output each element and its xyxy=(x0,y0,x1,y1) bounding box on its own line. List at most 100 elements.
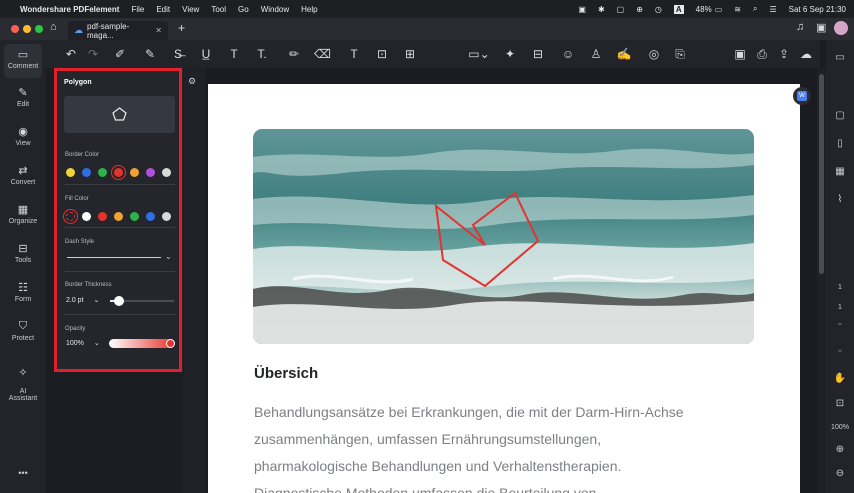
menu-edit[interactable]: Edit xyxy=(156,5,170,14)
eraser-icon[interactable]: ⌫ xyxy=(314,40,331,68)
hand-icon[interactable]: ✋ xyxy=(826,373,854,384)
tab-close-icon[interactable]: ✕ xyxy=(155,26,162,35)
bookmark-icon[interactable]: ▯ xyxy=(826,138,854,149)
new-tab-button[interactable]: + xyxy=(178,21,185,35)
menu-view[interactable]: View xyxy=(182,5,199,14)
rail-item-edit[interactable]: ✎ Edit xyxy=(0,86,46,108)
thickness-slider-handle[interactable] xyxy=(113,296,124,306)
border-swatches-swatch[interactable] xyxy=(98,168,107,177)
menu-go[interactable]: Go xyxy=(238,5,249,14)
pin-icon[interactable]: ✦ xyxy=(502,40,518,68)
wifi-icon[interactable]: ≋ xyxy=(734,5,741,14)
callout-box-icon[interactable]: ⊞ xyxy=(402,40,418,68)
opacity-slider-track[interactable] xyxy=(109,339,175,348)
shape-icon[interactable]: ▭⌄ xyxy=(466,40,492,68)
thickness-select[interactable]: 2.0 pt ⌄ xyxy=(66,296,99,304)
rail-item-ai-assistant[interactable]: ✧ AI Assistant xyxy=(0,359,46,409)
fill-swatches-swatch[interactable] xyxy=(162,212,171,221)
print-icon[interactable]: ⎙ xyxy=(754,40,770,68)
border-swatches-swatch[interactable] xyxy=(162,168,171,177)
fill-swatches-swatch[interactable] xyxy=(146,212,155,221)
cast-icon[interactable]: ▢ xyxy=(617,5,625,14)
polygon-annotation[interactable] xyxy=(253,129,754,344)
textbox-icon[interactable]: ⊡ xyxy=(374,40,390,68)
border-swatches-swatch[interactable] xyxy=(146,168,155,177)
panel-settings-icon[interactable]: ⚙ xyxy=(188,76,196,87)
strikethrough-icon[interactable]: S̶ xyxy=(170,40,186,68)
chevron-up-icon[interactable]: ⌃ xyxy=(826,322,854,333)
scrollbar[interactable] xyxy=(817,68,826,493)
rail-item-form[interactable]: ☷ Form xyxy=(0,281,46,303)
ai-float-button[interactable]: W xyxy=(793,87,811,105)
thumbnails-icon[interactable]: ▦ xyxy=(826,166,854,177)
rail-item-convert[interactable]: ⇄ Convert xyxy=(0,164,46,186)
fill-swatches-swatch[interactable] xyxy=(114,212,123,221)
stamp-icon[interactable]: ♙ xyxy=(588,40,604,68)
border-swatches-swatch[interactable] xyxy=(82,168,91,177)
window-icon[interactable]: ▣ xyxy=(816,21,826,34)
opacity-slider-handle[interactable] xyxy=(166,339,175,348)
menu-tool[interactable]: Tool xyxy=(211,5,226,14)
more-icon[interactable]: ••• xyxy=(0,468,46,478)
scrollbar-thumb[interactable] xyxy=(819,74,824,274)
fit-page-icon[interactable]: ⊡ xyxy=(826,398,854,409)
thickness-slider-track[interactable] xyxy=(110,296,174,306)
undo-icon[interactable]: ↶ xyxy=(63,40,79,68)
menu-file[interactable]: File xyxy=(131,5,144,14)
rail-item-organize[interactable]: ▦ Organize xyxy=(0,203,46,225)
zoom-out-icon[interactable]: ⊖ xyxy=(826,468,854,479)
rail-item-view[interactable]: ◉ View xyxy=(0,125,46,147)
area-highlight-icon[interactable]: ✎ xyxy=(142,40,158,68)
page-current[interactable]: 1 xyxy=(826,284,854,291)
eye-icon[interactable]: ◎ xyxy=(646,40,662,68)
clock-text[interactable]: Sat 6 Sep 21:30 xyxy=(789,5,846,14)
typewriter-icon[interactable]: T xyxy=(346,40,362,68)
sticker-icon[interactable]: ☺ xyxy=(560,40,576,68)
cloud-sync-icon[interactable]: ☁ xyxy=(798,40,814,68)
attachment-icon[interactable]: ⌇ xyxy=(826,194,854,205)
fill-swatches-swatch[interactable] xyxy=(66,212,75,221)
control-center-icon[interactable]: ☰ xyxy=(769,5,776,14)
attach-icon[interactable]: ⎘ xyxy=(672,40,688,68)
battery-icon[interactable]: ▭ xyxy=(715,5,723,14)
text-callout-icon[interactable]: T. xyxy=(254,40,270,68)
home-icon[interactable]: ⌂ xyxy=(50,21,57,33)
comment-list-icon[interactable]: ▢ xyxy=(826,110,854,121)
zoom-level[interactable]: 100% xyxy=(826,424,854,431)
share-icon[interactable]: ⇪ xyxy=(776,40,792,68)
input-source-icon[interactable]: A xyxy=(673,4,684,14)
redo-icon[interactable]: ↷ xyxy=(85,40,101,68)
notification-icon[interactable]: ♫ xyxy=(796,21,804,33)
highlighter-icon[interactable]: ✐ xyxy=(112,40,128,68)
underline-icon[interactable]: U̲ xyxy=(198,40,214,68)
zoom-window-button[interactable] xyxy=(35,25,43,33)
rail-item-tools[interactable]: ⊟ Tools xyxy=(0,242,46,264)
dash-style-select[interactable]: ⌄ xyxy=(65,252,175,264)
fill-swatches-swatch[interactable] xyxy=(130,212,139,221)
rail-item-comment[interactable]: ▭ Comment xyxy=(0,48,46,70)
screenshot-icon[interactable]: ⊕ xyxy=(636,5,643,14)
menu-help[interactable]: Help xyxy=(301,5,317,14)
measure-icon[interactable]: ⊟ xyxy=(530,40,546,68)
fill-swatches-swatch[interactable] xyxy=(98,212,107,221)
text-icon[interactable]: T xyxy=(226,40,242,68)
tab-document[interactable]: ☁ pdf-sample-maga... ✕ xyxy=(68,21,168,40)
pencil-icon[interactable]: ✏ xyxy=(286,40,302,68)
save-icon[interactable]: ▣ xyxy=(732,40,748,68)
border-swatches-swatch[interactable] xyxy=(114,168,123,177)
properties-icon[interactable]: ▭ xyxy=(826,52,854,63)
shape-preview[interactable] xyxy=(64,96,175,133)
opacity-select[interactable]: 100% ⌄ xyxy=(66,339,100,347)
border-swatches-swatch[interactable] xyxy=(66,168,75,177)
avatar[interactable] xyxy=(834,21,848,35)
app-name[interactable]: Wondershare PDFelement xyxy=(20,5,119,14)
signature-icon[interactable]: ✍ xyxy=(616,40,632,68)
bluetooth-icon[interactable]: ✱ xyxy=(598,5,605,14)
search-icon[interactable]: ⌕ xyxy=(753,4,757,14)
border-swatches-swatch[interactable] xyxy=(130,168,139,177)
chevron-down-icon[interactable]: ⌄ xyxy=(826,344,854,355)
close-window-button[interactable] xyxy=(11,25,19,33)
clock-icon[interactable]: ◷ xyxy=(655,5,662,14)
fill-swatches-swatch[interactable] xyxy=(82,212,91,221)
rail-item-protect[interactable]: ⛉ Protect xyxy=(0,320,46,342)
